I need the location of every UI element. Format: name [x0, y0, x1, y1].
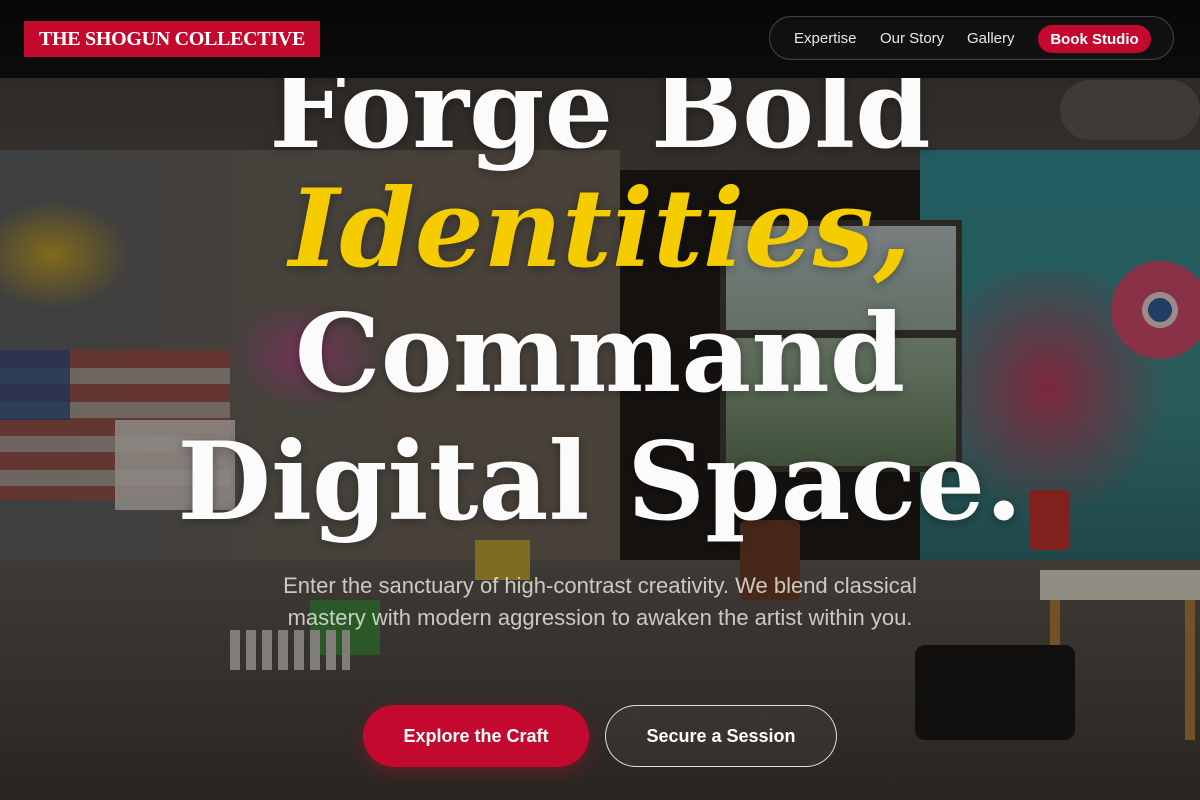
- site-header: THE SHOGUN COLLECTIVE Expertise Our Stor…: [0, 0, 1200, 78]
- hero-headline-line-2: Identities,: [288, 166, 912, 292]
- nav-link-our-story[interactable]: Our Story: [880, 30, 944, 47]
- hero-headline-line-4: Digital Space.: [177, 419, 1023, 545]
- brand-logo[interactable]: THE SHOGUN COLLECTIVE: [24, 21, 320, 57]
- hero-headline-line-3: Command: [294, 291, 906, 417]
- nav-link-gallery[interactable]: Gallery: [967, 30, 1015, 47]
- book-studio-button[interactable]: Book Studio: [1038, 25, 1151, 53]
- secure-session-button[interactable]: Secure a Session: [605, 705, 837, 767]
- hero-subtext: Enter the sanctuary of high-contrast cre…: [283, 573, 917, 630]
- nav-link-expertise[interactable]: Expertise: [794, 30, 857, 47]
- explore-craft-button[interactable]: Explore the Craft: [363, 705, 589, 767]
- main-nav: Expertise Our Story Gallery Book Studio: [769, 16, 1174, 60]
